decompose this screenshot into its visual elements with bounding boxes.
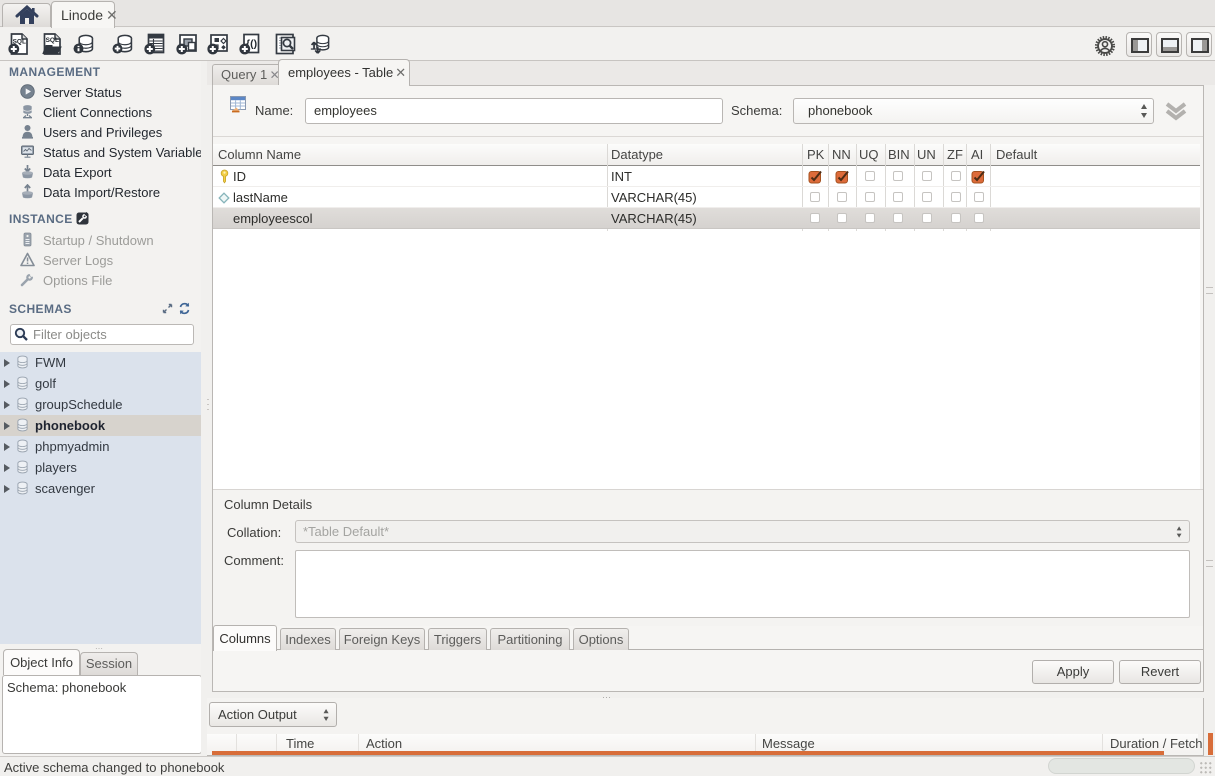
svg-text:SQL: SQL — [46, 37, 59, 44]
